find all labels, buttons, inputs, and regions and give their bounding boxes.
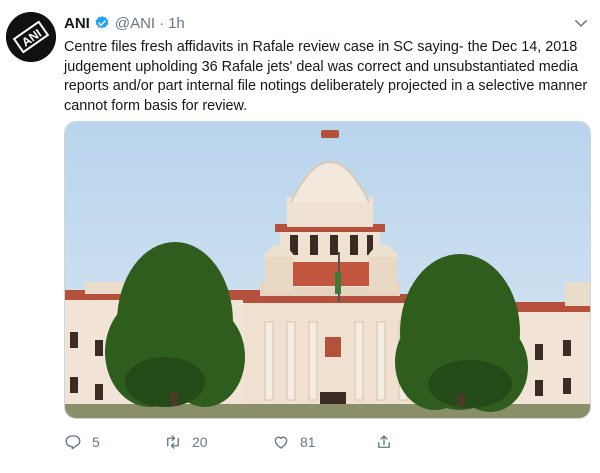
author-handle[interactable]: @ANI — [115, 15, 155, 32]
supreme-court-photo — [65, 122, 590, 418]
verified-badge-icon — [94, 15, 110, 31]
ani-logo: ANI — [6, 12, 56, 62]
tweet-card[interactable]: ANI ANI @ANI · 1h Centre files fresh aff… — [0, 0, 600, 473]
chevron-down-icon[interactable] — [572, 14, 590, 32]
share-icon — [378, 435, 390, 448]
tweet-text: Centre files fresh affidavits in Rafale … — [64, 39, 588, 114]
tweet-actions: 5 20 81 — [64, 430, 393, 454]
tweet-image[interactable] — [64, 121, 591, 419]
retweet-count: 20 — [192, 434, 208, 450]
tweet-header: ANI @ANI · 1h — [64, 12, 185, 34]
reply-count: 5 — [92, 434, 100, 450]
like-button[interactable]: 81 — [272, 433, 375, 451]
retweet-button[interactable]: 20 — [164, 433, 272, 451]
share-button[interactable] — [375, 433, 393, 451]
like-count: 81 — [300, 434, 316, 450]
separator-dot: · — [159, 14, 165, 32]
reply-button[interactable]: 5 — [64, 433, 164, 451]
avatar[interactable]: ANI — [6, 12, 56, 62]
timestamp[interactable]: 1h — [168, 15, 185, 32]
like-icon — [274, 436, 288, 449]
author-name[interactable]: ANI — [64, 15, 90, 32]
reply-icon — [65, 435, 81, 450]
retweet-icon — [167, 435, 179, 449]
